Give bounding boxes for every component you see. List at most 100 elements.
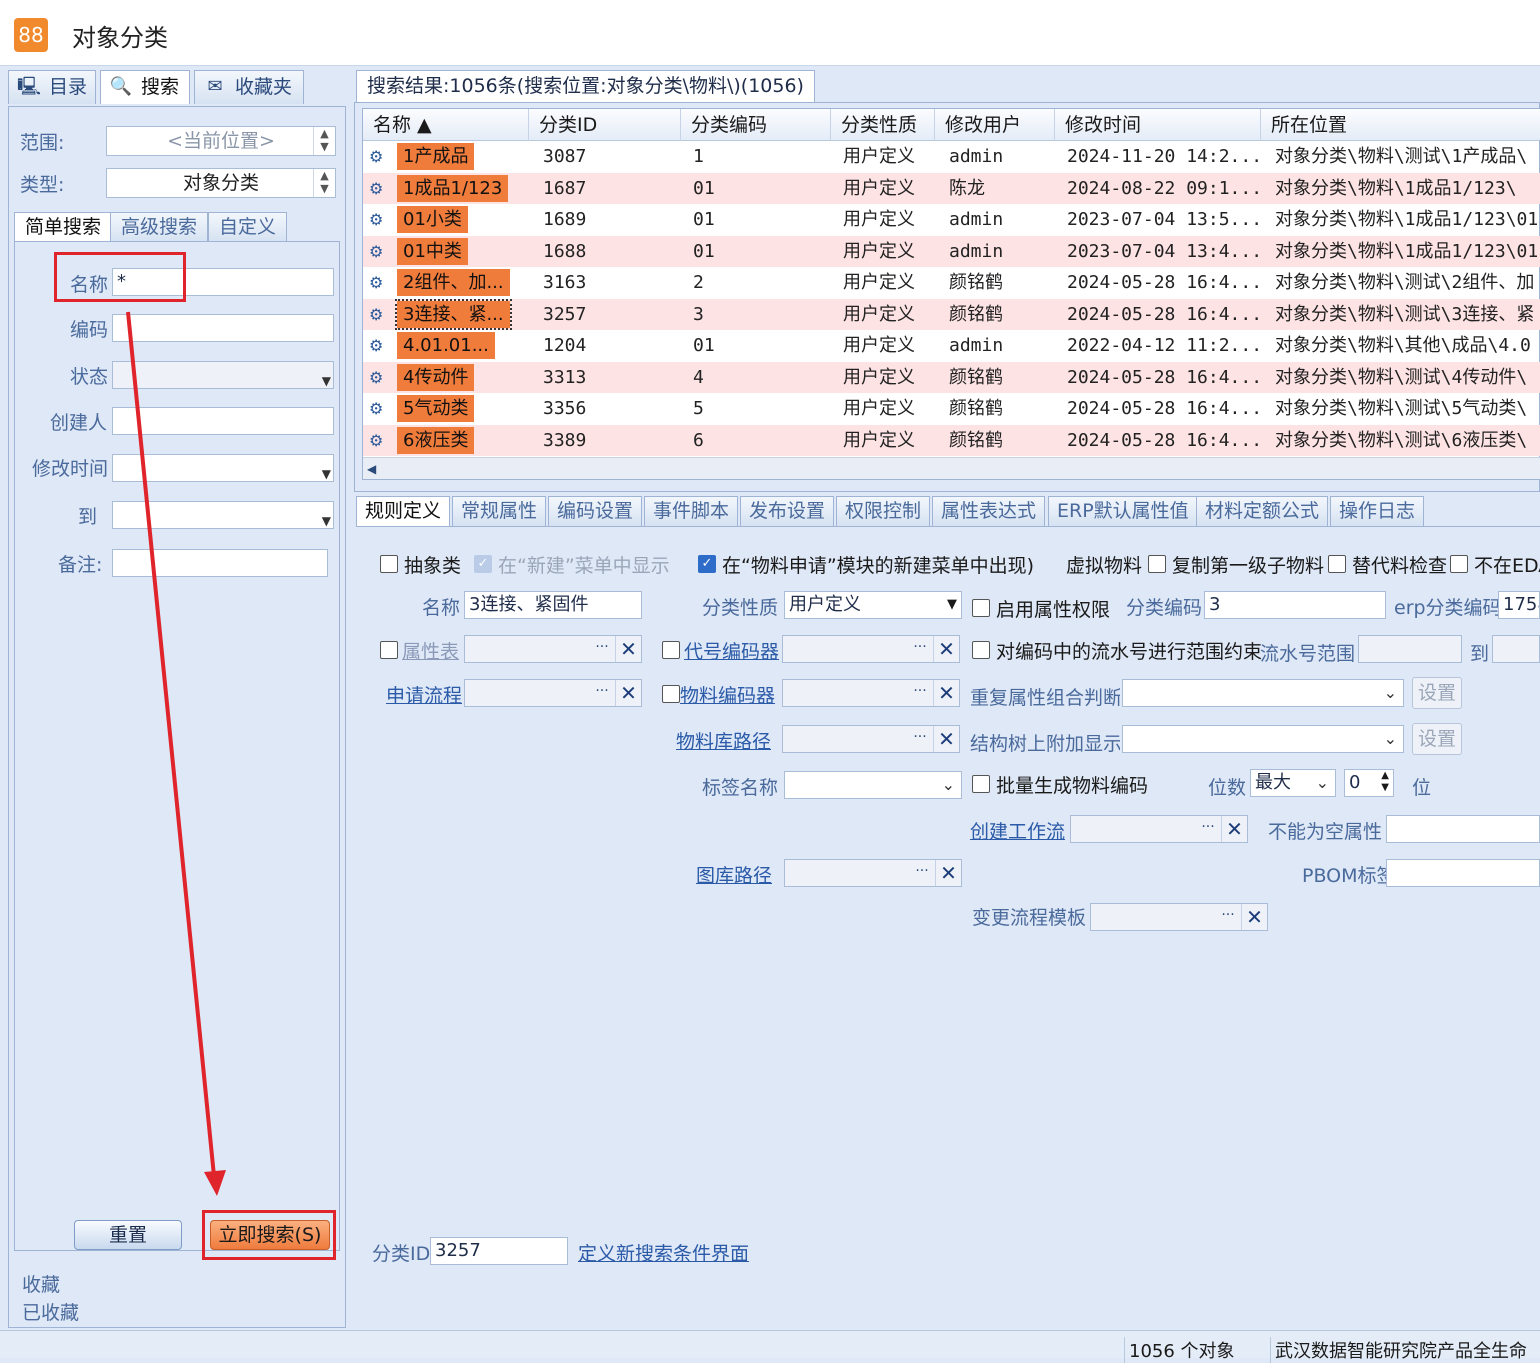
tab-general-attrs[interactable]: 常规属性 [452,496,547,526]
clear-icon[interactable]: ✕ [1221,816,1247,842]
serial-range-from[interactable] [1358,635,1462,663]
material-encoder-link[interactable]: 物料编码器 [680,681,775,708]
table-row[interactable]: ⚙ 3连接、紧... 3257 3 用户定义 颜铭鹤 2024-05-28 16:4... 对… [363,298,1540,330]
apply-flow-field[interactable]: ··· ✕ [464,679,642,707]
show-new-menu-checkbox[interactable]: ✓ [474,555,492,573]
name-field[interactable]: 3连接、紧固件 [464,591,642,619]
drawing-lib-path-field[interactable]: ··· ✕ [784,859,962,887]
create-workflow-field[interactable]: ··· ✕ [1070,815,1248,843]
apply-flow-link[interactable]: 申请流程 [386,681,462,708]
code-encoder-link[interactable]: 代号编码器 [684,637,779,664]
dup-attr-set-button[interactable]: 设置 [1412,677,1462,709]
col-name[interactable]: 名称 ▲ [363,109,529,141]
material-lib-path-field[interactable]: ··· ✕ [782,725,960,753]
drawing-lib-path-link[interactable]: 图库路径 [696,861,772,888]
horizontal-scrollbar[interactable]: ◀ [363,457,1540,479]
table-row[interactable]: ⚙ 1成品1/123 1687 01 用户定义 陈龙 2024-08-22 09:1... 对… [363,172,1540,204]
attr-table-link[interactable]: 属性表 [402,637,459,664]
digits-select[interactable]: 最大 ⌄ [1250,769,1336,797]
clear-icon[interactable]: ✕ [933,726,959,752]
row-name-cell[interactable]: 1产成品 [397,143,475,170]
row-name-cell[interactable]: 2组件、加... [397,269,510,296]
attr-table-field[interactable]: ··· ✕ [464,635,642,663]
serial-constraint-checkbox[interactable] [972,641,990,659]
row-name-cell[interactable]: 5气动类 [397,395,475,422]
code-encoder-checkbox[interactable] [662,641,680,659]
copy-first-level-checkbox[interactable] [1148,555,1166,573]
table-row[interactable]: ⚙ 4.01.01... 1204 01 用户定义 admin 2022-04-12 11:… [363,330,1540,362]
clear-icon[interactable]: ✕ [1241,904,1267,930]
table-row[interactable]: ⚙ 6液压类 3389 6 用户定义 颜铭鹤 2024-05-28 16:4... 对象分类\… [363,424,1540,456]
row-name-cell[interactable]: 3连接、紧... [395,298,512,330]
material-encoder-field[interactable]: ··· ✕ [782,679,960,707]
define-search-ui-link[interactable]: 定义新搜索条件界面 [578,1239,749,1266]
table-row[interactable]: ⚙ 01中类 1688 01 用户定义 admin 2023-07-04 13:4... 对象… [363,235,1540,267]
class-code-field[interactable]: 3 [1204,591,1386,619]
tab-erp-default[interactable]: ERP默认属性值 [1048,496,1198,526]
tab-publish-settings[interactable]: 发布设置 [740,496,835,526]
browse-icon[interactable]: ··· [1217,904,1239,930]
row-name-cell[interactable]: 4.01.01... [397,332,495,359]
row-name-cell[interactable]: 4传动件 [397,363,475,391]
not-in-eda-checkbox[interactable] [1450,555,1468,573]
batch-gen-checkbox[interactable] [972,775,990,793]
col-class-code[interactable]: 分类编码 [681,109,831,141]
browse-icon[interactable]: ··· [911,860,933,886]
tab-quota-formula[interactable]: 材料定额公式 [1196,496,1329,526]
not-null-attr-field[interactable] [1386,815,1540,843]
material-lib-path-link[interactable]: 物料库路径 [676,727,771,754]
erp-code-field[interactable]: 1758 [1498,591,1540,619]
tab-event-script[interactable]: 事件脚本 [644,496,739,526]
show-material-request-checkbox[interactable]: ✓ [698,555,716,573]
create-workflow-link[interactable]: 创建工作流 [970,817,1065,844]
col-user[interactable]: 修改用户 [935,109,1055,141]
tab-code-settings[interactable]: 编码设置 [548,496,643,526]
change-flow-tpl-field[interactable]: ··· ✕ [1090,903,1268,931]
clear-icon[interactable]: ✕ [935,860,961,886]
browse-icon[interactable]: ··· [1197,816,1219,842]
browse-icon[interactable]: ··· [909,726,931,752]
browse-icon[interactable]: ··· [591,636,613,662]
substitute-check-checkbox[interactable] [1328,555,1346,573]
tab-attr-expression[interactable]: 属性表达式 [932,496,1046,526]
row-name-cell[interactable]: 1成品1/123 [397,174,509,202]
col-nature[interactable]: 分类性质 [831,109,935,141]
tab-rule-definition[interactable]: 规则定义 [356,496,451,526]
serial-range-to[interactable] [1492,635,1540,663]
attr-table-checkbox[interactable] [380,641,398,659]
class-id-field[interactable]: 3257 [430,1237,568,1265]
row-name-cell[interactable]: 01中类 [397,237,468,265]
row-name-cell[interactable]: 01小类 [397,206,468,233]
stepper-arrows-icon[interactable]: ▲ ▼ [1381,770,1389,794]
table-row[interactable]: ⚙ 1产成品 3087 1 用户定义 admin 2024-11-20 14:2... 对象分… [363,141,1540,173]
clear-icon[interactable]: ✕ [615,636,641,662]
table-row[interactable]: ⚙ 01小类 1689 01 用户定义 admin 2023-07-04 13:5... 对象… [363,204,1540,236]
browse-icon[interactable]: ··· [591,680,613,706]
tab-search-results[interactable]: 搜索结果:1056条(搜索位置:对象分类\物料\)(1056) [356,70,815,102]
dup-attr-check-select[interactable]: ⌄ [1122,679,1404,707]
abstract-checkbox[interactable] [380,555,398,573]
scroll-left-icon[interactable]: ◀ [367,458,376,480]
row-name-cell[interactable]: 6液压类 [397,426,475,454]
material-encoder-checkbox[interactable] [662,685,680,703]
tree-extra-select[interactable]: ⌄ [1122,725,1404,753]
enable-attr-perm-checkbox[interactable] [972,599,990,617]
tree-extra-set-button[interactable]: 设置 [1412,723,1462,755]
nature-select[interactable]: 用户定义 ▼ [784,591,962,619]
col-time[interactable]: 修改时间 [1055,109,1261,141]
browse-icon[interactable]: ··· [909,680,931,706]
table-row[interactable]: ⚙ 5气动类 3356 5 用户定义 颜铭鹤 2024-05-28 16:4... 对象分类\… [363,393,1540,425]
clear-icon[interactable]: ✕ [933,680,959,706]
tag-name-select[interactable]: ⌄ [784,771,962,799]
browse-icon[interactable]: ··· [909,636,931,662]
table-row[interactable]: ⚙ 2组件、加... 3163 2 用户定义 颜铭鹤 2024-05-28 16:4... 对… [363,267,1540,299]
pbom-tag-field[interactable] [1386,859,1540,887]
table-row[interactable]: ⚙ 4传动件 3313 4 用户定义 颜铭鹤 2024-05-28 16:4... 对象分类\… [363,361,1540,393]
col-location[interactable]: 所在位置 [1261,109,1540,141]
tab-operation-log[interactable]: 操作日志 [1330,496,1425,526]
digit-num-stepper[interactable]: 0 ▲ ▼ [1344,769,1394,797]
col-class-id[interactable]: 分类ID [529,109,681,141]
clear-icon[interactable]: ✕ [933,636,959,662]
code-encoder-field[interactable]: ··· ✕ [782,635,960,663]
clear-icon[interactable]: ✕ [615,680,641,706]
